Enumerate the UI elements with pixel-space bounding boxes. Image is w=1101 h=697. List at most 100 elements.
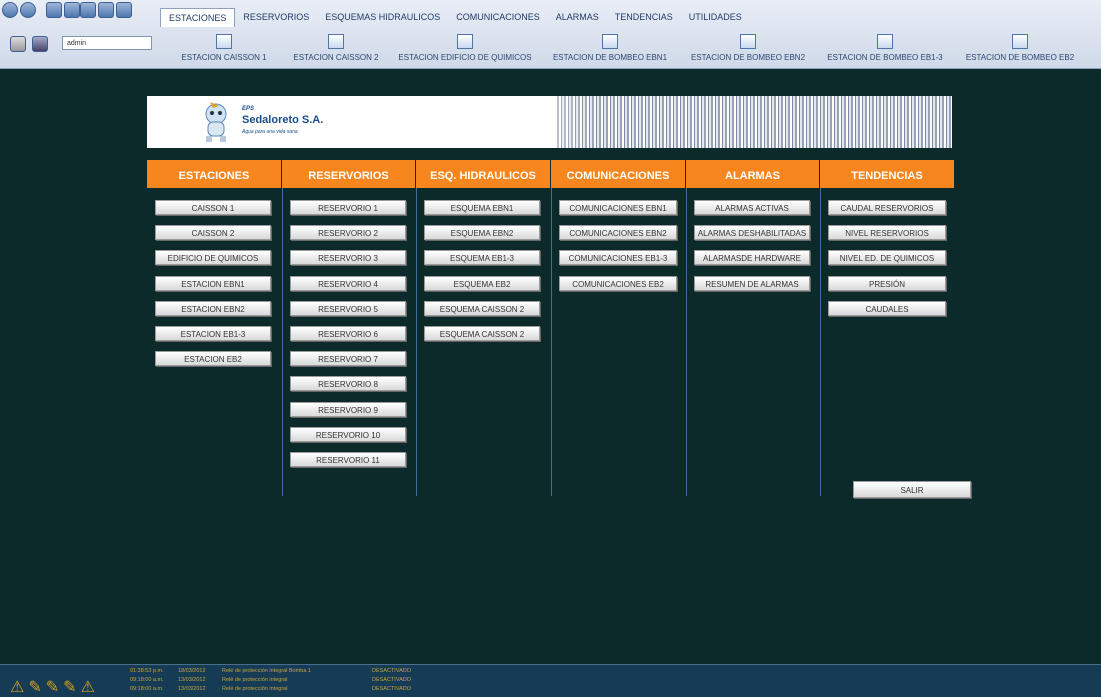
menu-tendencias[interactable]: TENDENCIAS — [607, 8, 681, 26]
btn-reservorio-8[interactable]: RESERVORIO 8 — [290, 376, 406, 391]
header-reservorios: RESERVORIOS — [282, 160, 416, 188]
company-slogan: Agua para una vida sana — [242, 129, 298, 135]
alarm-text: Relé de protección integral — [222, 686, 288, 692]
top-ribbon: admin ESTACIONES RESERVORIOS ESQUEMAS HI… — [0, 0, 1101, 69]
window-icon — [602, 34, 618, 49]
btn-reservorio-3[interactable]: RESERVORIO 3 — [290, 250, 406, 265]
btn-presion[interactable]: PRESIÓN — [828, 276, 946, 291]
btn-reservorio-4[interactable]: RESERVORIO 4 — [290, 276, 406, 291]
alarm-status: DESACTIVADO — [372, 686, 412, 692]
menu-comunicaciones[interactable]: COMUNICACIONES — [448, 8, 548, 26]
btn-reservorio-7[interactable]: RESERVORIO 7 — [290, 351, 406, 366]
window-icon[interactable] — [46, 2, 62, 18]
alarm-status: DESACTIVADO — [372, 677, 412, 683]
btn-estacion-ebn2[interactable]: ESTACION EBN2 — [155, 301, 271, 316]
eps-label: EPS — [242, 106, 255, 112]
btn-reservorio-5[interactable]: RESERVORIO 5 — [290, 301, 406, 316]
header-comunicaciones: COMUNICACIONES — [551, 160, 686, 188]
quick-access-toolbar: admin — [0, 0, 160, 68]
btn-reservorio-1[interactable]: RESERVORIO 1 — [290, 200, 406, 215]
window-icon — [328, 34, 344, 49]
alarm-time: 09:18:00 a.m. — [130, 686, 164, 692]
subnav-ebn1[interactable]: ESTACION DE BOMBEO EBN1 — [546, 34, 674, 66]
main-menu: ESTACIONES RESERVORIOS ESQUEMAS HIDRAULI… — [160, 8, 750, 28]
user-field[interactable]: admin — [62, 36, 152, 50]
alarm-tools-icons[interactable]: ⚠✎✎✎⚠ — [10, 677, 99, 697]
column-divider — [282, 188, 283, 496]
subnav-caisson2[interactable]: ESTACION CAISSON 2 — [286, 34, 386, 66]
btn-comunicaciones-eb2[interactable]: COMUNICACIONES EB2 — [559, 276, 677, 291]
btn-comunicaciones-ebn2[interactable]: COMUNICACIONES EBN2 — [559, 225, 677, 240]
station-subnav: ESTACION CAISSON 1 ESTACION CAISSON 2 ES… — [160, 34, 1101, 66]
btn-caudales[interactable]: CAUDALES — [828, 301, 946, 316]
arrow-left-icon[interactable] — [64, 2, 80, 18]
alarm-time: 01:38:53 p.m. — [130, 668, 164, 674]
btn-caisson-1[interactable]: CAISSON 1 — [155, 200, 271, 215]
alarm-status: DESACTIVADO — [372, 668, 412, 674]
btn-alarmas-activas[interactable]: ALARMAS ACTIVAS — [694, 200, 810, 215]
btn-caudal-reservorios[interactable]: CAUDAL RESERVORIOS — [828, 200, 946, 215]
btn-comunicaciones-ebn1[interactable]: COMUNICACIONES EBN1 — [559, 200, 677, 215]
btn-esquema-eb1-3[interactable]: ESQUEMA EB1-3 — [424, 250, 540, 265]
column-divider — [686, 188, 687, 496]
btn-resumen-alarmas[interactable]: RESUMEN DE ALARMAS — [694, 276, 810, 291]
btn-esquema-caisson-2[interactable]: ESQUEMA CAISSON 2 — [424, 301, 540, 316]
btn-reservorio-10[interactable]: RESERVORIO 10 — [290, 427, 406, 442]
arrow-right-icon[interactable] — [80, 2, 96, 18]
menu-alarmas[interactable]: ALARMAS — [548, 8, 607, 26]
alarm-text: Relé de protección integral Bomba 1 — [222, 668, 311, 674]
btn-nivel-quimicos[interactable]: NIVEL ED. DE QUIMICOS — [828, 250, 946, 265]
exit-button[interactable]: SALIR — [853, 481, 971, 498]
btn-reservorio-9[interactable]: RESERVORIO 9 — [290, 402, 406, 417]
btn-alarmas-deshabilitadas[interactable]: ALARMAS DESHABILITADAS — [694, 225, 810, 240]
btn-estacion-eb1-3[interactable]: ESTACION EB1-3 — [155, 326, 271, 341]
alarm-date: 13/03/2012 — [178, 686, 206, 692]
btn-estacion-eb2[interactable]: ESTACION EB2 — [155, 351, 271, 366]
company-banner: EPS Sedaloreto S.A. Agua para una vida s… — [147, 96, 952, 148]
print-icon[interactable] — [10, 36, 26, 52]
mascot-logo-icon — [205, 102, 227, 142]
btn-comunicaciones-eb1-3[interactable]: COMUNICACIONES EB1-3 — [559, 250, 677, 265]
btn-esquema-caisson-2b[interactable]: ESQUEMA CAISSON 2 — [424, 326, 540, 341]
user-icon[interactable] — [32, 36, 48, 52]
menu-estaciones[interactable]: ESTACIONES — [160, 8, 236, 27]
menu-esquemas[interactable]: ESQUEMAS HIDRAULICOS — [317, 8, 448, 26]
save-icon[interactable] — [116, 2, 132, 18]
window-icon — [216, 34, 232, 49]
subnav-ebn2[interactable]: ESTACION DE BOMBEO EBN2 — [684, 34, 812, 66]
back-icon[interactable] — [2, 2, 18, 18]
window-icon — [1012, 34, 1028, 49]
subnav-eb2[interactable]: ESTACION DE BOMBEO EB2 — [960, 34, 1080, 66]
btn-caisson-2[interactable]: CAISSON 2 — [155, 225, 271, 240]
alarm-time: 09:18:00 a.m. — [130, 677, 164, 683]
window-icon — [740, 34, 756, 49]
header-esq-hidraulicos: ESQ. HIDRAULICOS — [416, 160, 551, 188]
banner-stripes — [557, 96, 952, 148]
btn-esquema-ebn1[interactable]: ESQUEMA EBN1 — [424, 200, 540, 215]
alarm-bar: ⚠✎✎✎⚠ 01:38:53 p.m. 18/03/2012 Relé de p… — [0, 664, 1101, 697]
btn-nivel-reservorios[interactable]: NIVEL RESERVORIOS — [828, 225, 946, 240]
menu-utilidades[interactable]: UTILIDADES — [681, 8, 750, 26]
alarm-date: 13/03/2012 — [178, 677, 206, 683]
column-divider — [551, 188, 552, 496]
window-icon — [877, 34, 893, 49]
subnav-caisson1[interactable]: ESTACION CAISSON 1 — [174, 34, 274, 66]
subnav-eb13[interactable]: ESTACION DE BOMBEO EB1-3 — [820, 34, 950, 66]
btn-reservorio-6[interactable]: RESERVORIO 6 — [290, 326, 406, 341]
column-divider — [416, 188, 417, 496]
btn-estacion-ebn1[interactable]: ESTACION EBN1 — [155, 276, 271, 291]
alarm-text: Relé de protección integral — [222, 677, 288, 683]
btn-alarmas-hardware[interactable]: ALARMASDE HARDWARE — [694, 250, 810, 265]
home-icon[interactable] — [98, 2, 114, 18]
subnav-quimicos[interactable]: ESTACION EDIFICIO DE QUIMICOS — [396, 34, 534, 66]
company-name: Sedaloreto S.A. — [242, 114, 324, 126]
forward-icon[interactable] — [20, 2, 36, 18]
alarm-date: 18/03/2012 — [178, 668, 206, 674]
header-alarmas: ALARMAS — [686, 160, 820, 188]
btn-esquema-eb2[interactable]: ESQUEMA EB2 — [424, 276, 540, 291]
btn-reservorio-11[interactable]: RESERVORIO 11 — [290, 452, 406, 467]
btn-esquema-ebn2[interactable]: ESQUEMA EBN2 — [424, 225, 540, 240]
btn-reservorio-2[interactable]: RESERVORIO 2 — [290, 225, 406, 240]
btn-edificio-quimicos[interactable]: EDIFICIO DE QUIMICOS — [155, 250, 271, 265]
menu-reservorios[interactable]: RESERVORIOS — [235, 8, 317, 26]
